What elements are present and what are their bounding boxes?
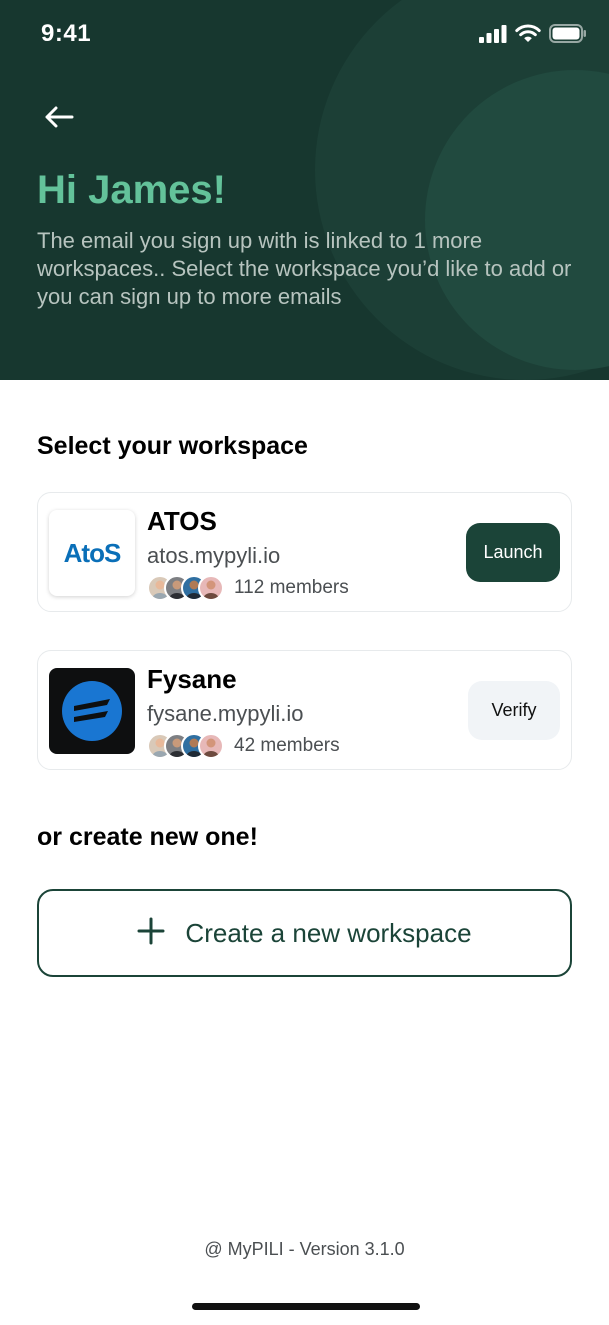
cellular-signal-icon (479, 24, 507, 48)
workspace-domain: atos.mypyli.io (147, 543, 281, 568)
battery-icon (549, 24, 587, 48)
home-indicator (192, 1303, 420, 1310)
avatar (198, 575, 224, 601)
avatar (198, 733, 224, 759)
create-workspace-button[interactable]: Create a new workspace (37, 889, 572, 977)
back-button[interactable] (36, 96, 82, 142)
intro-text: The email you sign up with is linked to … (37, 228, 572, 309)
workspace-members: 112 members (147, 575, 349, 601)
greeting-title: Hi James! (37, 168, 226, 212)
workspace-card-atos[interactable]: AtoS ATOS atos.mypyli.io 112 members Lau… (37, 492, 572, 612)
atos-logo: AtoS (49, 510, 135, 596)
arrow-left-icon (44, 105, 74, 134)
wifi-icon (515, 24, 541, 48)
workspace-card-fysane[interactable]: Fysane fysane.mypyli.io 42 members Verif… (37, 650, 572, 770)
workspace-domain: fysane.mypyli.io (147, 701, 304, 726)
create-section-title: or create new one! (37, 823, 258, 851)
app-version: @ MyPILI - Version 3.1.0 (204, 1239, 405, 1259)
member-avatars (147, 575, 224, 601)
workspace-name: Fysane (147, 664, 237, 694)
header-banner: 9:41 Hi James! The email you sign up wit… (0, 0, 609, 380)
atos-logo-text: AtoS (63, 537, 122, 568)
members-count: 42 members (234, 735, 340, 756)
plus-icon (137, 917, 165, 950)
workspace-members: 42 members (147, 733, 340, 759)
verify-button[interactable]: Verify (468, 681, 560, 740)
status-icons (479, 24, 587, 48)
create-workspace-label: Create a new workspace (185, 917, 472, 948)
launch-button[interactable]: Launch (466, 523, 560, 582)
member-avatars (147, 733, 224, 759)
workspace-name: ATOS (147, 506, 217, 536)
fysane-logo (49, 668, 135, 754)
members-count: 112 members (234, 577, 349, 598)
select-workspace-title: Select your workspace (37, 432, 308, 460)
status-time: 9:41 (41, 20, 92, 47)
status-bar: 9:41 (0, 0, 609, 70)
